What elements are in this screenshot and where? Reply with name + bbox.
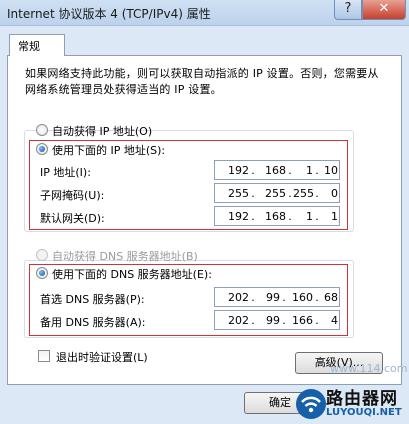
watermark-logo: 路由器网 LUYOUQI.NET [296, 384, 409, 424]
ip-octet-2: 168 [265, 164, 286, 177]
pdns-octet-4: 68 [324, 291, 338, 304]
pdns-octet-3: 160 [292, 291, 313, 304]
gateway-field[interactable]: 192 . 168 . 1 . 1 [214, 206, 340, 226]
pdns-octet-1: 202 [228, 291, 249, 304]
watermark-name: 路由器网 [326, 389, 398, 409]
window-title: Internet 协议版本 4 (TCP/IPv4) 属性 [7, 7, 211, 21]
ip-address-field[interactable]: 192 . 168 . 1 . 10 [214, 160, 340, 180]
gateway-octet-1: 192 [228, 210, 249, 223]
ip-auto-label: 自动获得 IP 地址(O) [52, 125, 153, 138]
ip-auto-radio[interactable] [36, 124, 48, 136]
mask-octet-2: 255 [265, 187, 286, 200]
close-button[interactable]: ✕ [362, 0, 406, 20]
ip-octet-4: 10 [324, 164, 338, 177]
alternate-dns-label: 备用 DNS 服务器(A): [40, 316, 146, 329]
mask-octet-4: 0 [331, 187, 338, 200]
preferred-dns-field[interactable]: 202 . 99 . 160 . 68 [214, 287, 340, 307]
mask-octet-1: 255 [228, 187, 249, 200]
description-text: 如果网络支持此功能，则可以获取自动指派的 IP 设置。否则，您需要从网络系统管理… [25, 67, 379, 96]
subnet-mask-label: 子网掩码(U): [40, 189, 105, 202]
watermark-url: LUYOUQI.NET [326, 407, 402, 418]
preferred-dns-label: 首选 DNS 服务器(P): [40, 293, 145, 306]
gateway-octet-2: 168 [265, 210, 286, 223]
title-bar: Internet 协议版本 4 (TCP/IPv4) 属性 ? ✕ [0, 0, 409, 26]
subnet-mask-field[interactable]: 255 . 255 . 255 . 0 [214, 183, 340, 203]
dns-manual-label: 使用下面的 DNS 服务器地址(E): [52, 268, 212, 281]
alternate-dns-field[interactable]: 202 . 99 . 166 . 4 [214, 310, 340, 330]
help-button[interactable]: ? [334, 0, 362, 20]
ip-address-label: IP 地址(I): [40, 166, 91, 179]
validate-on-exit-checkbox[interactable] [38, 350, 50, 362]
mask-octet-3: 255 [293, 187, 314, 200]
validate-on-exit-label: 退出时验证设置(L) [56, 351, 148, 364]
adns-octet-2: 99 [266, 314, 280, 327]
gateway-label: 默认网关(D): [40, 212, 105, 225]
wifi-icon [296, 389, 326, 419]
ip-octet-1: 192 [228, 164, 249, 177]
gateway-octet-3: 1 [306, 210, 313, 223]
adns-octet-3: 166 [292, 314, 313, 327]
dns-manual-radio[interactable] [36, 267, 48, 279]
adns-octet-4: 4 [331, 314, 338, 327]
tab-general[interactable]: 常规 [9, 34, 65, 56]
dns-auto-radio[interactable] [36, 249, 48, 261]
adns-octet-1: 202 [228, 314, 249, 327]
ip-manual-label: 使用下面的 IP 地址(S): [52, 144, 166, 157]
ip-octet-3: 1 [306, 164, 313, 177]
gateway-octet-4: 1 [331, 210, 338, 223]
ip-manual-radio[interactable] [36, 143, 48, 155]
dns-auto-label: 自动获得 DNS 服务器地址(B) [52, 250, 198, 263]
pdns-octet-2: 99 [266, 291, 280, 304]
watermark-ghost-text: www.114.com [330, 362, 408, 375]
